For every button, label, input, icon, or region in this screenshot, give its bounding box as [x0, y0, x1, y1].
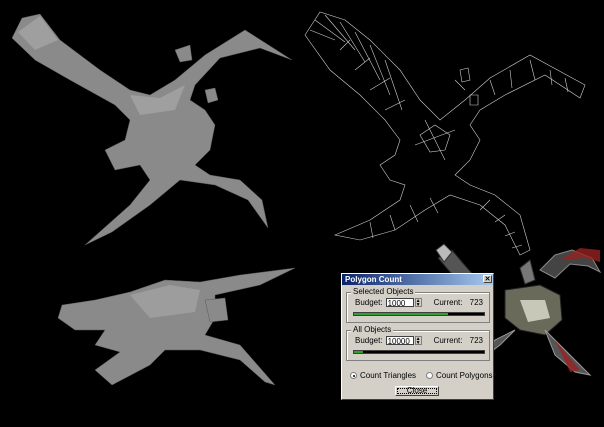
selected-objects-group: Selected Objects Budget: 1000 ▲ ▼ Current… [346, 287, 490, 323]
selected-budget-input[interactable]: 1000 [385, 298, 414, 308]
close-icon[interactable]: ✕ [483, 275, 492, 283]
all-objects-label: All Objects [351, 325, 394, 334]
shaded-creature-model-large [11, 13, 293, 246]
count-polygons-label[interactable]: Count Polygons [436, 371, 492, 380]
selected-objects-label: Selected Objects [351, 287, 416, 296]
viewport-scene [11, 11, 602, 386]
selected-current-value: 723 [469, 298, 483, 307]
shaded-creature-model-small [57, 267, 296, 386]
all-current-value: 723 [469, 336, 483, 345]
count-polygons-radio[interactable] [426, 372, 434, 379]
close-button[interactable]: Close [395, 386, 439, 396]
all-objects-group: All Objects Budget: 10000 ▲ ▼ Current: 72… [346, 325, 490, 361]
selected-budget-label: Budget: [355, 298, 383, 307]
all-progress-fill [354, 351, 364, 353]
count-triangles-label[interactable]: Count Triangles [360, 371, 416, 380]
all-progress-bar [353, 350, 485, 354]
count-mode-radios: Count Triangles Count Polygons [350, 371, 500, 380]
all-current-label: Current: [433, 336, 463, 345]
wireframe-creature-model [304, 11, 586, 256]
selected-progress-bar [353, 312, 485, 316]
all-budget-input[interactable]: 10000 [385, 336, 414, 346]
selected-current-label: Current: [433, 298, 463, 307]
selected-progress-fill [354, 313, 448, 315]
all-budget-label: Budget: [355, 336, 383, 345]
dialog-titlebar[interactable]: Polygon Count ✕ [342, 274, 493, 285]
all-budget-spinner[interactable]: ▲ ▼ [414, 336, 422, 346]
selected-budget-spinner[interactable]: ▲ ▼ [414, 298, 422, 308]
count-triangles-radio[interactable] [350, 372, 357, 379]
polygon-count-dialog: Polygon Count ✕ Selected Objects Budget:… [341, 273, 494, 400]
dialog-title: Polygon Count [345, 275, 402, 284]
